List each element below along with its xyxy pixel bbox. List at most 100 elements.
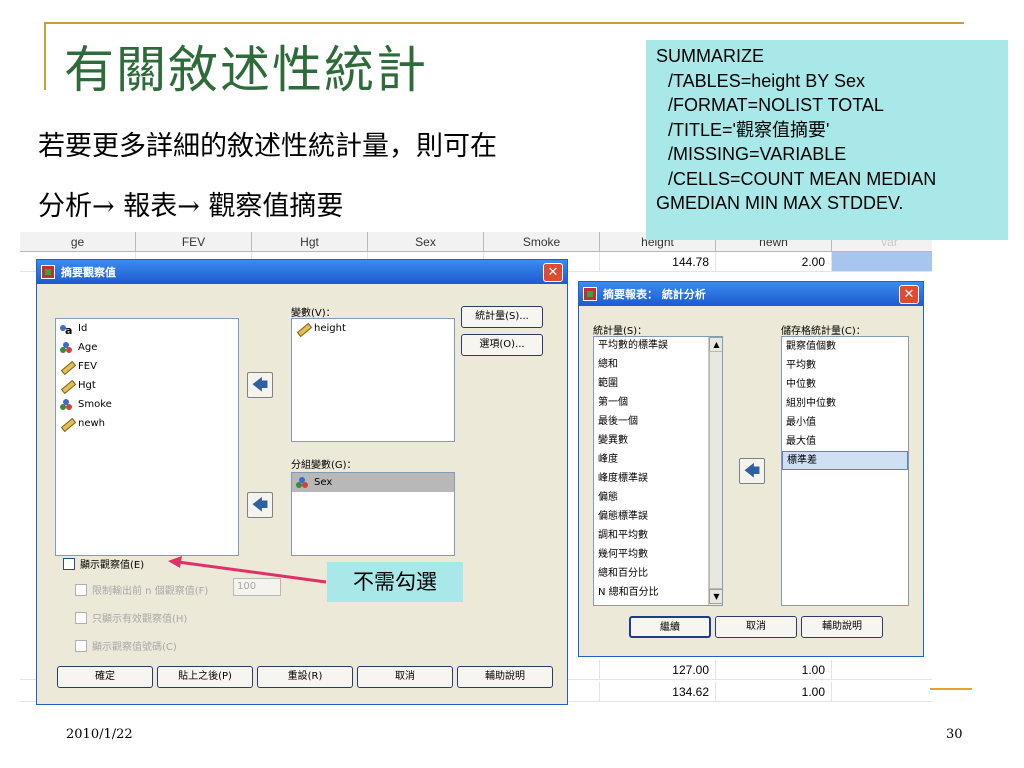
syntax-line: /MISSING=VARIABLE — [668, 144, 847, 164]
paste-button[interactable]: 貼上之後(P) — [157, 666, 253, 688]
checkbox-box — [75, 639, 87, 652]
list-item[interactable]: 組別中位數 — [782, 394, 908, 413]
syntax-line: /TITLE='觀察值摘要' — [668, 119, 830, 140]
annotation-arrow — [168, 556, 327, 584]
list-item[interactable]: height — [292, 319, 454, 338]
list-item[interactable]: 平均數 — [782, 356, 908, 375]
list-item[interactable]: 峰度 — [594, 450, 708, 469]
list-item[interactable]: 範圍 — [594, 374, 708, 393]
move-statistic-button[interactable]: 🡄 — [739, 458, 765, 484]
close-button[interactable]: ✕ — [543, 263, 563, 282]
syntax-line: GMEDIAN MIN MAX STDDEV. — [656, 193, 904, 213]
move-grouping-button[interactable]: 🡄 — [247, 492, 273, 518]
cell-statistics-list[interactable]: 觀察值個數 平均數 中位數 組別中位數 最小值 最大值 標準差 — [781, 336, 909, 606]
list-item[interactable]: 偏態標準誤 — [594, 507, 708, 526]
list-item[interactable]: Smoke — [56, 395, 238, 414]
syntax-box: SUMMARIZE /TABLES=height BY Sex /FORMAT=… — [646, 40, 1008, 240]
top-rule — [44, 22, 964, 24]
id-icon — [60, 321, 74, 340]
scroll-thumb[interactable] — [709, 351, 722, 589]
scroll-down-icon[interactable]: ▼ — [709, 589, 722, 604]
syntax-line: /TABLES=height BY Sex — [668, 70, 865, 91]
scale-icon — [60, 380, 74, 392]
options-button[interactable]: 選項(O)... — [461, 334, 543, 356]
help-button[interactable]: 輔助說明 — [457, 666, 553, 688]
reset-button[interactable]: 重設(R) — [257, 666, 353, 688]
case-numbers-checkbox[interactable]: 顯示觀察值號碼(C) — [75, 638, 177, 653]
nominal-icon — [60, 399, 74, 411]
grouping-variables-list[interactable]: Sex — [291, 472, 455, 556]
ok-button[interactable]: 確定 — [57, 666, 153, 688]
list-item[interactable]: FEV — [56, 357, 238, 376]
slide-title: 有關敘述性統計 — [64, 41, 428, 99]
grid-cell-newh[interactable]: 2.00 — [716, 252, 832, 272]
statistics-dialog: 摘要報表： 統計分析 ✕ 統計量(S)： 儲存格統計量(C)： 平均數的標準誤 … — [578, 281, 924, 657]
list-item[interactable]: 幾何平均數 — [594, 545, 708, 564]
app-icon — [41, 265, 55, 279]
nominal-icon — [60, 342, 74, 354]
scroll-up-icon[interactable]: ▲ — [709, 337, 722, 352]
syntax-line: SUMMARIZE — [656, 46, 764, 66]
list-item[interactable]: N 總和百分比 — [594, 583, 708, 602]
list-item[interactable]: 觀察值個數 — [782, 337, 908, 356]
grid-cell-selected[interactable] — [832, 252, 932, 272]
checkbox-box — [75, 583, 87, 596]
cancel-button[interactable]: 取消 — [715, 616, 797, 638]
list-item[interactable]: newh — [56, 414, 238, 433]
list-item[interactable]: 最後一個 — [594, 412, 708, 431]
statistics-button[interactable]: 統計量(S)... — [461, 306, 543, 328]
list-item[interactable]: Age — [56, 338, 238, 357]
list-item[interactable]: 變異數 — [594, 431, 708, 450]
grid-header-cell[interactable]: FEV — [136, 232, 252, 252]
statistics-dialog-titlebar[interactable]: 摘要報表： 統計分析 — [579, 282, 923, 306]
grid-header-cell[interactable]: Sex — [368, 232, 484, 252]
statistics-scrollbar[interactable]: ▲ ▼ — [708, 337, 722, 605]
cancel-button[interactable]: 取消 — [357, 666, 453, 688]
footer-date: 2010/1/22 — [66, 727, 133, 742]
list-item[interactable]: Id — [56, 319, 238, 340]
list-item[interactable]: 偏態 — [594, 488, 708, 507]
summarize-dialog: 摘要觀察值 ✕ Id Age FEV Hgt Smoke newh 變數(V)：… — [36, 259, 568, 705]
grid-header-cell[interactable]: Smoke — [484, 232, 600, 252]
grid-cell-height[interactable]: 127.00 — [600, 660, 716, 680]
list-item[interactable]: 調和平均數 — [594, 526, 708, 545]
valid-only-checkbox[interactable]: 只顯示有效觀察值(H) — [75, 610, 187, 625]
syntax-line: /CELLS=COUNT MEAN MEDIAN — [668, 168, 937, 189]
statistics-list[interactable]: 平均數的標準誤 總和 範圍 第一個 最後一個 變異數 峰度 峰度標準誤 偏態 偏… — [593, 336, 723, 606]
cell-stats-label: 儲存格統計量(C)： — [781, 326, 866, 337]
app-icon — [583, 287, 597, 301]
grid-cell-newh[interactable]: 1.00 — [716, 660, 832, 680]
grid-cell-height[interactable]: 144.78 — [600, 252, 716, 272]
list-item[interactable]: Hgt — [56, 376, 238, 395]
source-variable-list[interactable]: Id Age FEV Hgt Smoke newh — [55, 318, 239, 556]
list-item[interactable]: 最小值 — [782, 413, 908, 432]
continue-button[interactable]: 繼續 — [629, 616, 711, 638]
scale-icon — [296, 323, 310, 335]
grouping-label: 分組變數(G)： — [291, 460, 357, 471]
left-rule — [44, 22, 46, 90]
display-cases-checkbox[interactable]: 顯示觀察值(E) — [63, 556, 144, 571]
list-item[interactable]: 第一個 — [594, 393, 708, 412]
list-item[interactable]: 平均數的標準誤 — [594, 337, 708, 355]
move-variable-button[interactable]: 🡄 — [247, 372, 273, 398]
summarize-dialog-titlebar[interactable]: 摘要觀察值 — [37, 260, 567, 284]
bottom-rule — [930, 688, 972, 690]
grid-cell-newh[interactable]: 1.00 — [716, 682, 832, 702]
grid-header-cell[interactable]: ge — [20, 232, 136, 252]
dialog-title: 摘要觀察值 — [61, 266, 116, 279]
list-item[interactable]: 峰度標準誤 — [594, 469, 708, 488]
variables-label: 變數(V)： — [291, 308, 336, 319]
list-item-selected[interactable]: 標準差 — [782, 451, 908, 470]
slide-text-line-1: 若要更多詳細的敘述性統計量，則可在 — [38, 131, 497, 162]
list-item[interactable]: 最大值 — [782, 432, 908, 451]
close-button[interactable]: ✕ — [899, 285, 919, 304]
list-item[interactable]: 中位數 — [782, 375, 908, 394]
help-button[interactable]: 輔助說明 — [801, 616, 883, 638]
list-item[interactable]: Sex — [292, 473, 454, 492]
list-item[interactable]: 總和 — [594, 355, 708, 374]
selected-variables-list[interactable]: height — [291, 318, 455, 442]
checkbox-box — [63, 557, 75, 570]
grid-cell-height[interactable]: 134.62 — [600, 682, 716, 702]
grid-header-cell[interactable]: Hgt — [252, 232, 368, 252]
list-item[interactable]: 總和百分比 — [594, 564, 708, 583]
